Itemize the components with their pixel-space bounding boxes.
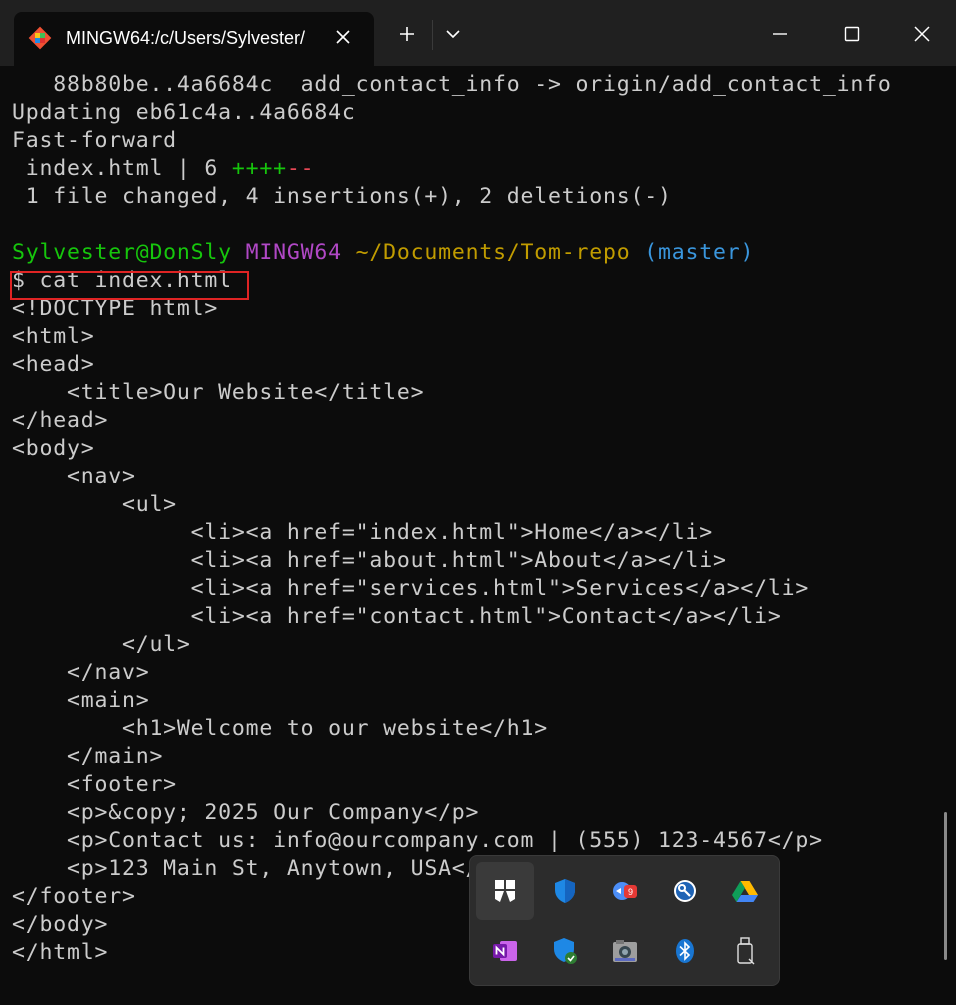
minimize-button[interactable]: [760, 18, 800, 50]
terminal-line: <p>Contact us: info@ourcompany.com | (55…: [12, 828, 823, 853]
terminal-line: <title>Our Website</title>: [12, 380, 425, 405]
bluetooth-icon: [676, 939, 694, 963]
tray-item-bluetooth[interactable]: [656, 922, 714, 980]
terminal-line: </nav>: [12, 660, 150, 685]
terminal-segment: Sylvester@DonSly: [12, 240, 232, 265]
terminal-line: <main>: [12, 688, 150, 713]
new-tab-button[interactable]: [392, 18, 422, 50]
git-icon: [28, 26, 52, 50]
key-tool-icon: [674, 880, 696, 902]
webcam-app-icon: [613, 940, 637, 962]
tray-item-webcam-app[interactable]: [596, 922, 654, 980]
terminal-line: <h1>Welcome to our website</h1>: [12, 716, 549, 741]
tray-item-google-drive[interactable]: [716, 862, 774, 920]
defender-shield-icon: [555, 879, 575, 903]
tray-overflow-flyout: 9: [469, 855, 780, 986]
tray-item-defender[interactable]: [536, 862, 594, 920]
terminal-line: 1 file changed, 4 insertions(+), 2 delet…: [12, 184, 672, 209]
terminal-segment: [342, 240, 356, 265]
terminal-line: </main>: [12, 744, 164, 769]
terminal-line: <li><a href="about.html">About</a></li>: [12, 548, 727, 573]
terminal-segment: ~/Documents/Tom-repo: [355, 240, 631, 265]
tab-dropdown-button[interactable]: [440, 18, 466, 50]
terminal-line: 88b80be..4a6684c add_contact_info -> ori…: [12, 72, 892, 97]
terminal-segment: [631, 240, 645, 265]
terminal-segment: ++++: [231, 156, 287, 181]
terminal-segment: [232, 240, 246, 265]
terminal-segment: MINGW64: [245, 240, 342, 265]
tab-title: MINGW64:/c/Users/Sylvester/: [66, 28, 306, 48]
command-highlight-box: [10, 271, 249, 300]
terminal-line: <p>&copy; 2025 Our Company</p>: [12, 800, 480, 825]
terminal-line: <li><a href="services.html">Services</a>…: [12, 576, 810, 601]
scrollbar[interactable]: [944, 812, 947, 960]
terminal-line: Sylvester@DonSly MINGW64 ~/Documents/Tom…: [12, 239, 942, 267]
terminal-line: Fast-forward: [12, 128, 177, 153]
terminal-line: <body>: [12, 436, 95, 461]
chevron-down-icon: [446, 30, 460, 39]
usb-drive-icon: [737, 937, 755, 965]
google-drive-icon: [732, 880, 758, 902]
terminal-line: <ul>: [12, 492, 177, 517]
windows-app-icon: [495, 880, 515, 902]
security-check-icon: [554, 938, 577, 964]
tray-item-windows-app[interactable]: [476, 862, 534, 920]
plus-icon: [400, 27, 414, 41]
tray-item-onenote[interactable]: [476, 922, 534, 980]
window-close-button[interactable]: [900, 18, 944, 50]
terminal-line: <html>: [12, 324, 95, 349]
terminal-line: <nav>: [12, 464, 136, 489]
minimize-icon: [773, 33, 787, 35]
svg-text:9: 9: [628, 887, 633, 897]
terminal-segment: --: [286, 156, 315, 181]
terminal-tab[interactable]: MINGW64:/c/Users/Sylvester/: [14, 12, 374, 66]
terminal-line: <head>: [12, 352, 95, 377]
terminal-segment: index.html | 6: [12, 156, 232, 181]
maximize-icon: [844, 26, 860, 42]
title-bar: MINGW64:/c/Users/Sylvester/: [0, 0, 956, 66]
onenote-icon: [493, 941, 517, 961]
terminal-line: <footer>: [12, 772, 177, 797]
terminal-line: </head>: [12, 408, 109, 433]
terminal-line: index.html | 6 ++++--: [12, 155, 942, 183]
close-icon: [914, 26, 930, 42]
tray-item-chat[interactable]: 9: [596, 862, 654, 920]
chat-notification-icon: 9: [613, 882, 637, 900]
tray-item-key-tool[interactable]: [656, 862, 714, 920]
terminal-line: <li><a href="contact.html">Contact</a></…: [12, 604, 782, 629]
maximize-button[interactable]: [832, 18, 872, 50]
terminal-line: Updating eb61c4a..4a6684c: [12, 100, 356, 125]
tray-item-security-check[interactable]: [536, 922, 594, 980]
terminal-segment: (master): [644, 240, 755, 265]
tray-item-usb-drive[interactable]: [716, 922, 774, 980]
close-icon[interactable]: [332, 26, 354, 48]
terminal-output[interactable]: 88b80be..4a6684c add_contact_info -> ori…: [12, 71, 942, 967]
terminal-line: <li><a href="index.html">Home</a></li>: [12, 520, 713, 545]
tab-separator: [432, 20, 433, 50]
terminal-line: </ul>: [12, 632, 191, 657]
